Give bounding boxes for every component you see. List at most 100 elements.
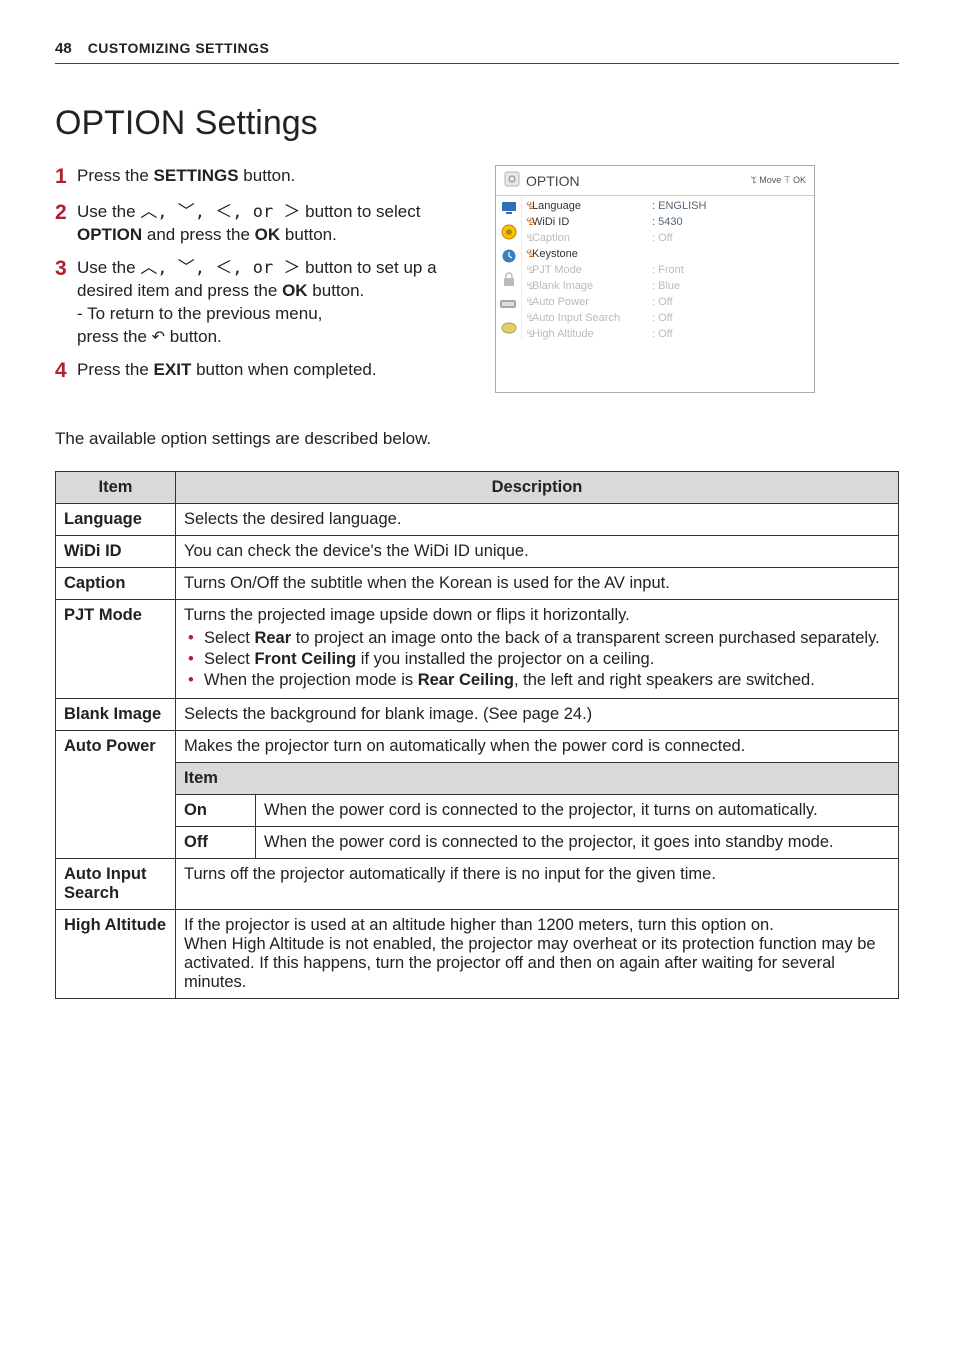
arrow-keys-icon: ︿, ﹀, ＜, or ＞	[140, 257, 300, 280]
autopower-off-label: Off	[176, 827, 256, 859]
row-language-label: Language	[56, 504, 176, 536]
row-caption-desc: Turns On/Off the subtitle when the Korea…	[176, 568, 899, 600]
step-text: Use the	[77, 258, 140, 277]
osd-item: ꔈLanguage: ENGLISH	[522, 198, 814, 214]
lock-icon	[496, 268, 522, 292]
osd-item: ꔈHigh Altitude: Off	[522, 326, 814, 342]
ok-button-label: OK	[282, 281, 308, 300]
osd-item-value: : Off	[652, 312, 673, 324]
osd-item: ꔈAuto Power: Off	[522, 294, 814, 310]
rear-ceiling-label: Rear Ceiling	[418, 671, 514, 689]
step-4: 4 Press the EXIT button when completed.	[55, 357, 475, 385]
osd-item-label: Caption	[532, 232, 652, 244]
row-autopower-desc: Makes the projector turn on automaticall…	[176, 731, 899, 763]
monitor-icon	[496, 196, 522, 220]
row-pjt-desc: Turns the projected image upside down or…	[176, 600, 899, 699]
step-text: and press the	[142, 225, 254, 244]
step-text: Press the	[77, 360, 154, 379]
osd-item-value: : Blue	[652, 280, 680, 292]
osd-item-value: : Off	[652, 232, 673, 244]
step-2: 2 Use the ︿, ﹀, ＜, or ＞ button to select…	[55, 199, 475, 247]
osd-screenshot: OPTION ꔂ Move ꔉ OK ꔈLanguage: ENGLISHꔈWi…	[495, 165, 815, 393]
settings-button-label: SETTINGS	[154, 166, 239, 185]
row-blank-desc: Selects the background for blank image. …	[176, 699, 899, 731]
osd-item-value: : Front	[652, 264, 684, 276]
step-number: 2	[55, 199, 77, 247]
sun-icon	[496, 220, 522, 244]
t: Select	[204, 650, 254, 668]
autopower-on-desc: When the power cord is connected to the …	[256, 795, 899, 827]
row-widi-label: WiDi ID	[56, 536, 176, 568]
osd-item-value: : Off	[652, 328, 673, 340]
osd-item: ꔈWiDi ID: 5430	[522, 214, 814, 230]
clock-icon	[496, 244, 522, 268]
row-autoinput-desc: Turns off the projector automatically if…	[176, 859, 899, 910]
arrow-keys-icon: ︿, ﹀, ＜, or ＞	[140, 201, 300, 224]
col-header-item: Item	[56, 472, 176, 504]
osd-item: ꔈCaption: Off	[522, 230, 814, 246]
option-label: OPTION	[77, 225, 142, 244]
autopower-item-header: Item	[176, 763, 899, 795]
row-language-desc: Selects the desired language.	[176, 504, 899, 536]
ok-button-label: OK	[255, 225, 281, 244]
row-blank-label: Blank Image	[56, 699, 176, 731]
osd-item-label: PJT Mode	[532, 264, 652, 276]
page-title: OPTION Settings	[55, 104, 899, 143]
osd-item-label: WiDi ID	[532, 216, 652, 228]
options-table: Item Description Language Selects the de…	[55, 471, 899, 999]
pjt-bullet: When the projection mode is Rear Ceiling…	[188, 671, 890, 690]
step-3: 3 Use the ︿, ﹀, ＜, or ＞ button to set up…	[55, 255, 475, 349]
osd-item-label: Auto Power	[532, 296, 652, 308]
step-text: button.	[165, 327, 222, 346]
osd-option-list: ꔈLanguage: ENGLISHꔈWiDi ID: 5430ꔈCaption…	[522, 196, 814, 345]
pjt-bullet: Select Rear to project an image onto the…	[188, 629, 890, 648]
usb-icon	[496, 316, 522, 340]
exit-button-label: EXIT	[154, 360, 192, 379]
steps-list: 1 Press the SETTINGS button. 2 Use the ︿…	[55, 163, 475, 393]
step-text: Use the	[77, 202, 140, 221]
step-text: button.	[280, 225, 337, 244]
pjt-lead: Turns the projected image upside down or…	[184, 606, 630, 624]
step-text: button.	[239, 166, 296, 185]
section-title: CUSTOMIZING SETTINGS	[88, 40, 270, 56]
step-text: - To return to the previous menu,	[77, 304, 322, 323]
row-autoinput-label: Auto Input Search	[56, 859, 176, 910]
autopower-off-desc: When the power cord is connected to the …	[256, 827, 899, 859]
row-pjt-label: PJT Mode	[56, 600, 176, 699]
t: When the projection mode is	[204, 671, 418, 689]
row-caption-label: Caption	[56, 568, 176, 600]
table-intro: The available option settings are descri…	[55, 429, 899, 449]
back-icon	[152, 327, 165, 346]
osd-item-label: Language	[532, 200, 652, 212]
osd-item: ꔈBlank Image: Blue	[522, 278, 814, 294]
osd-move-hint: ꔂ Move ꔉ OK	[751, 175, 806, 186]
osd-item: ꔈAuto Input Search: Off	[522, 310, 814, 326]
osd-item-label: High Altitude	[532, 328, 652, 340]
pjt-bullet: Select Front Ceiling if you installed th…	[188, 650, 890, 669]
osd-item-value: : 5430	[652, 216, 683, 228]
t: to project an image onto the back of a t…	[291, 629, 880, 647]
step-number: 1	[55, 163, 77, 191]
step-text: press the	[77, 327, 152, 346]
step-text: button to select	[300, 202, 420, 221]
step-number: 4	[55, 357, 77, 385]
page-header: 48 CUSTOMIZING SETTINGS	[55, 40, 899, 64]
page-number: 48	[55, 40, 72, 57]
osd-item-label: Keystone	[532, 248, 652, 260]
input-icon	[496, 292, 522, 316]
osd-item-label: Blank Image	[532, 280, 652, 292]
t: Select	[204, 629, 254, 647]
osd-item-value: : ENGLISH	[652, 200, 706, 212]
t: if you installed the projector on a ceil…	[356, 650, 654, 668]
row-highalt-label: High Altitude	[56, 910, 176, 999]
col-header-description: Description	[176, 472, 899, 504]
autopower-on-label: On	[176, 795, 256, 827]
step-text: button.	[308, 281, 365, 300]
row-widi-desc: You can check the device's the WiDi ID u…	[176, 536, 899, 568]
osd-item: ꔈKeystone	[522, 246, 814, 262]
osd-item-value: : Off	[652, 296, 673, 308]
rear-label: Rear	[254, 629, 291, 647]
osd-item-label: Auto Input Search	[532, 312, 652, 324]
gear-icon	[504, 171, 520, 190]
osd-title: OPTION	[526, 173, 751, 189]
